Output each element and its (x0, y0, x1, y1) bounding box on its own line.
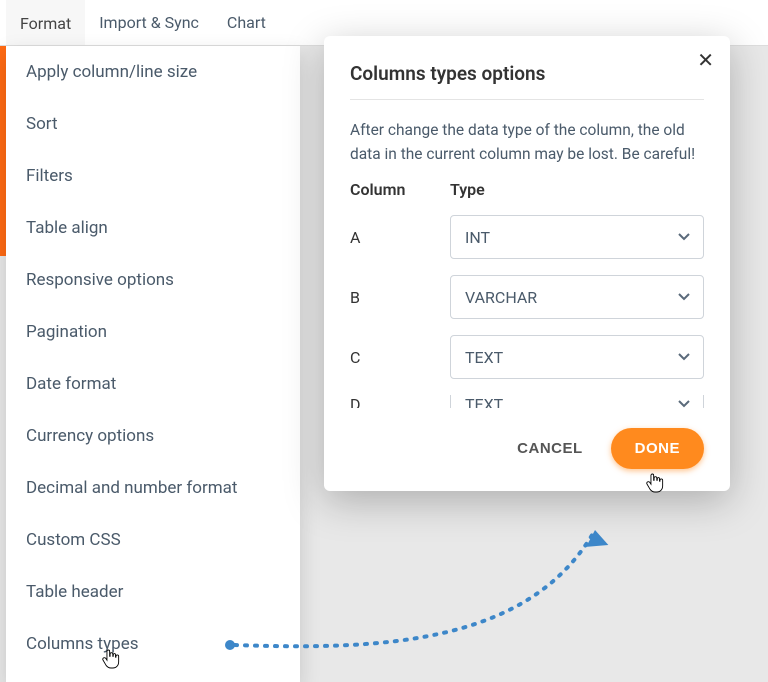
type-select-a[interactable]: INT (450, 215, 704, 259)
chevron-down-icon (677, 397, 691, 408)
menu-currency-options[interactable]: Currency options (6, 410, 300, 462)
select-value: TEXT (465, 348, 503, 367)
type-row: C TEXT (350, 335, 704, 379)
modal-title: Columns types options (350, 62, 704, 100)
head-type: Type (450, 180, 704, 199)
menu-sort[interactable]: Sort (6, 98, 300, 150)
menu-responsive-options[interactable]: Responsive options (6, 254, 300, 306)
col-letter-d: D (350, 395, 450, 408)
columns-types-modal: ✕ Columns types options After change the… (324, 36, 730, 491)
close-icon[interactable]: ✕ (697, 50, 714, 70)
select-value: INT (465, 228, 490, 247)
menu-apply-column-line-size[interactable]: Apply column/line size (6, 46, 300, 98)
chevron-down-icon (677, 350, 691, 364)
col-letter-b: B (350, 288, 450, 307)
type-row: D TEXT (350, 395, 704, 408)
menu-columns-types[interactable]: Columns types (6, 618, 300, 670)
type-select-c[interactable]: TEXT (450, 335, 704, 379)
type-select-d[interactable]: TEXT (450, 395, 704, 408)
chevron-down-icon (677, 230, 691, 244)
head-column: Column (350, 180, 450, 199)
tab-chart[interactable]: Chart (213, 1, 280, 44)
tab-import-sync[interactable]: Import & Sync (85, 1, 213, 44)
done-button[interactable]: DONE (611, 428, 704, 469)
menu-table-header[interactable]: Table header (6, 566, 300, 618)
chevron-down-icon (677, 290, 691, 304)
cancel-button[interactable]: CANCEL (509, 430, 591, 467)
menu-filters[interactable]: Filters (6, 150, 300, 202)
table-head-row: Column Type (350, 180, 704, 199)
menu-pagination[interactable]: Pagination (6, 306, 300, 358)
menu-decimal-number-format[interactable]: Decimal and number format (6, 462, 300, 514)
format-dropdown: Apply column/line size Sort Filters Tabl… (6, 46, 300, 682)
modal-footer: CANCEL DONE (350, 428, 704, 469)
select-value: VARCHAR (465, 288, 537, 307)
col-letter-a: A (350, 228, 450, 247)
modal-warning-text: After change the data type of the column… (350, 118, 704, 166)
type-row: A INT (350, 215, 704, 259)
modal-body: Column Type A INT B VARCHAR (350, 180, 704, 408)
type-select-b[interactable]: VARCHAR (450, 275, 704, 319)
col-letter-c: C (350, 348, 450, 367)
type-row: B VARCHAR (350, 275, 704, 319)
tab-format[interactable]: Format (6, 0, 85, 45)
menu-table-align[interactable]: Table align (6, 202, 300, 254)
menu-date-format[interactable]: Date format (6, 358, 300, 410)
menu-custom-css[interactable]: Custom CSS (6, 514, 300, 566)
select-value: TEXT (465, 395, 503, 408)
